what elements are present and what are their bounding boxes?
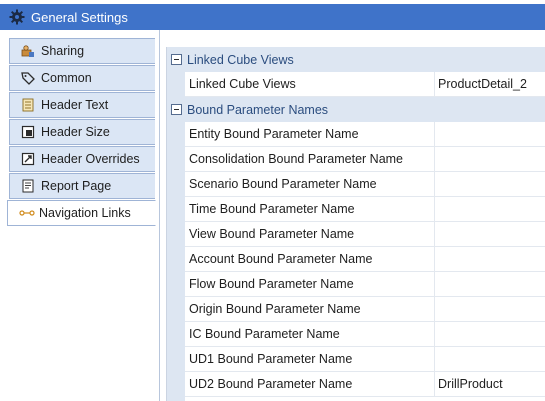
- nav-item-header-size[interactable]: Header Size: [9, 119, 155, 145]
- property-name: UD2 Bound Parameter Name: [185, 372, 434, 397]
- nav-item-report-page[interactable]: Report Page: [9, 173, 155, 199]
- property-name: UD1 Bound Parameter Name: [185, 347, 434, 372]
- collapse-toggle-icon[interactable]: [171, 104, 182, 115]
- property-row[interactable]: Origin Bound Parameter Name: [167, 297, 545, 322]
- property-name: Scenario Bound Parameter Name: [185, 172, 434, 197]
- property-row[interactable]: Flow Bound Parameter Name: [167, 272, 545, 297]
- tag-icon: [21, 71, 35, 85]
- property-row[interactable]: View Bound Parameter Name: [167, 222, 545, 247]
- property-name: IC Bound Parameter Name: [185, 322, 434, 347]
- property-value[interactable]: [434, 272, 545, 297]
- nav-item-navigation-links[interactable]: Navigation Links: [7, 200, 156, 226]
- property-row[interactable]: Account Bound Parameter Name: [167, 247, 545, 272]
- property-name: Linked Cube Views: [185, 72, 434, 97]
- title-bar: General Settings: [0, 4, 545, 30]
- settings-nav: Sharing Common Header Text Header Size H…: [0, 30, 160, 401]
- property-value[interactable]: [434, 172, 545, 197]
- property-row[interactable]: Time Bound Parameter Name: [167, 197, 545, 222]
- collapse-toggle-icon[interactable]: [171, 54, 182, 65]
- gear-icon: [9, 9, 25, 25]
- sharing-icon: [21, 44, 35, 58]
- resize-icon: [21, 125, 35, 139]
- property-row[interactable]: UD2 Bound Parameter Name DrillProduct: [167, 372, 545, 397]
- property-row[interactable]: Entity Bound Parameter Name: [167, 122, 545, 147]
- property-value[interactable]: DrillProduct: [434, 372, 545, 397]
- property-value[interactable]: [434, 347, 545, 372]
- property-row[interactable]: Consolidation Bound Parameter Name: [167, 147, 545, 172]
- property-value[interactable]: [434, 247, 545, 272]
- property-row[interactable]: IC Bound Parameter Name: [167, 322, 545, 347]
- link-icon: [19, 206, 35, 220]
- nav-item-sharing[interactable]: Sharing: [9, 38, 155, 64]
- property-name: Account Bound Parameter Name: [185, 247, 434, 272]
- nav-item-common[interactable]: Common: [9, 65, 155, 91]
- property-name: Consolidation Bound Parameter Name: [185, 147, 434, 172]
- property-name: Entity Bound Parameter Name: [185, 122, 434, 147]
- property-name: Flow Bound Parameter Name: [185, 272, 434, 297]
- nav-item-header-overrides[interactable]: Header Overrides: [9, 146, 155, 172]
- report-page-icon: [21, 179, 35, 193]
- property-value[interactable]: [434, 322, 545, 347]
- property-row[interactable]: Linked Cube Views ProductDetail_2: [167, 72, 545, 97]
- property-value[interactable]: [434, 297, 545, 322]
- override-icon: [21, 152, 35, 166]
- property-row[interactable]: UD1 Bound Parameter Name: [167, 347, 545, 372]
- window-title: General Settings: [31, 9, 128, 25]
- property-name: Origin Bound Parameter Name: [185, 297, 434, 322]
- property-value[interactable]: [434, 197, 545, 222]
- property-grid: Linked Cube Views Linked Cube Views Prod…: [166, 47, 545, 401]
- property-value[interactable]: [434, 122, 545, 147]
- document-text-icon: [21, 98, 35, 112]
- property-name: Time Bound Parameter Name: [185, 197, 434, 222]
- nav-item-header-text[interactable]: Header Text: [9, 92, 155, 118]
- property-value[interactable]: [434, 147, 545, 172]
- category-bound-parameter-names[interactable]: Bound Parameter Names: [167, 97, 545, 122]
- property-value[interactable]: ProductDetail_2: [434, 72, 545, 97]
- property-row[interactable]: Scenario Bound Parameter Name: [167, 172, 545, 197]
- category-linked-cube-views[interactable]: Linked Cube Views: [167, 47, 545, 72]
- property-value[interactable]: [434, 222, 545, 247]
- property-name: View Bound Parameter Name: [185, 222, 434, 247]
